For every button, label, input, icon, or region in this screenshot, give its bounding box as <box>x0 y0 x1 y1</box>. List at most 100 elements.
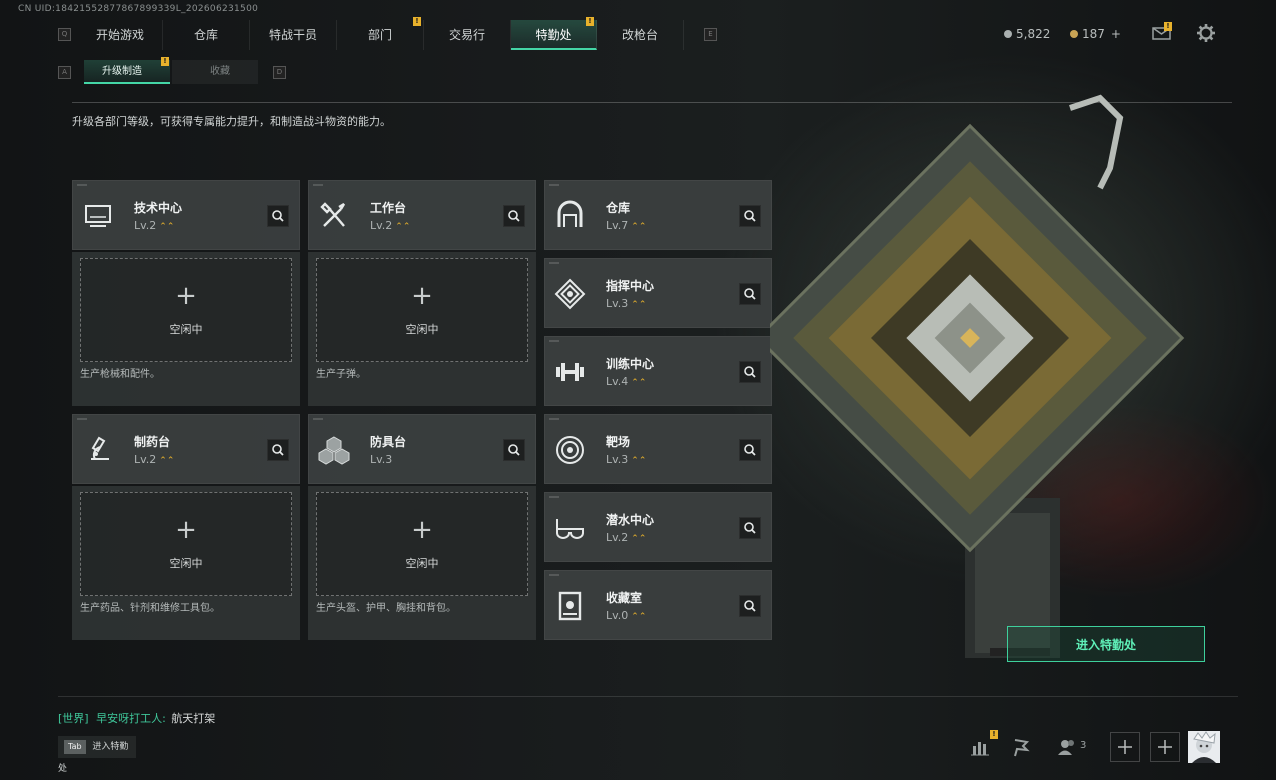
department-card[interactable]: 靶场 Lv.3 ⌃⌃ <box>544 414 772 484</box>
tab-5[interactable]: 特勤处! <box>511 17 597 50</box>
tab-0[interactable]: 开始游戏 <box>78 20 163 50</box>
department-card[interactable]: 仓库 Lv.7 ⌃⌃ <box>544 180 772 250</box>
card-corner-mark <box>549 184 559 186</box>
tab-6[interactable]: 改枪台 <box>597 20 684 50</box>
idle-slot-button[interactable]: + 空闲中 <box>316 492 528 596</box>
tab-upgrade-craft-label: 升级制造 <box>102 66 142 77</box>
card-corner-mark <box>549 496 559 498</box>
tab-label: 部门 <box>367 28 392 42</box>
avatar-image <box>1192 731 1216 763</box>
enter-special-ops-button[interactable]: 进入特勤处 <box>1007 626 1205 662</box>
world-chat[interactable]: [世界] 早安呀打工人: 航天打架 <box>58 710 215 726</box>
search-icon <box>740 444 760 464</box>
dumbbell-icon <box>553 355 587 389</box>
inspect-button[interactable] <box>739 517 761 539</box>
subnav-prev-key[interactable]: A <box>58 66 71 79</box>
add-slot-button-1[interactable] <box>1110 732 1140 762</box>
gold-coin-icon <box>1070 30 1078 38</box>
settings-button[interactable] <box>1196 23 1216 43</box>
tab-hint[interactable]: Tab 进入特勤处 <box>58 736 136 774</box>
target-icon <box>553 433 587 467</box>
level-text: Lv.7 <box>606 219 629 232</box>
level-text: Lv.4 <box>606 375 629 388</box>
department-card[interactable]: 收藏室 Lv.0 ⌃⌃ <box>544 570 772 640</box>
nav-prev-key[interactable]: Q <box>58 28 71 41</box>
department-card[interactable]: 潜水中心 Lv.2 ⌃⌃ <box>544 492 772 562</box>
idle-slot-button[interactable]: + 空闲中 <box>316 258 528 362</box>
idle-label: 空闲中 <box>169 323 203 336</box>
production-slot: + 空闲中 生产枪械和配件。 <box>72 252 300 406</box>
upgrade-arrow-icon: ⌃⌃ <box>159 222 175 232</box>
department-name: 制药台 <box>134 435 171 449</box>
card-corner-mark <box>313 418 323 420</box>
inspect-button[interactable] <box>739 595 761 617</box>
inspect-button[interactable] <box>267 205 289 227</box>
monitor-icon <box>81 199 115 233</box>
plus-icon: + <box>175 281 197 311</box>
tab-label: 开始游戏 <box>95 28 144 42</box>
tab-label: 交易行 <box>448 28 485 42</box>
department-name: 仓库 <box>606 201 631 215</box>
tab-label: 特战干员 <box>268 28 317 42</box>
department-card[interactable]: 指挥中心 Lv.3 ⌃⌃ <box>544 258 772 328</box>
chip-icon <box>553 277 587 311</box>
tab-badge: ! <box>413 17 421 26</box>
gold-add-button[interactable]: + <box>1111 27 1121 41</box>
microscope-icon <box>81 433 115 467</box>
inspect-button[interactable] <box>739 205 761 227</box>
idle-slot-button[interactable]: + 空闲中 <box>80 258 292 362</box>
inspect-button[interactable] <box>503 439 525 461</box>
department-name: 防具台 <box>370 435 407 449</box>
department-name: 训练中心 <box>606 357 655 371</box>
inspect-button[interactable] <box>503 205 525 227</box>
inspect-button[interactable] <box>739 439 761 461</box>
department-level: Lv.3 <box>370 453 392 466</box>
search-icon <box>740 288 760 308</box>
silver-currency: 5,822 <box>1004 24 1050 44</box>
tab-2[interactable]: 特战干员 <box>250 20 337 50</box>
level-text: Lv.3 <box>370 453 393 466</box>
mail-button[interactable]: ! <box>1152 22 1172 40</box>
department-name: 靶场 <box>606 435 631 449</box>
friends-button[interactable]: 3 <box>1056 732 1090 762</box>
department-level: Lv.4 ⌃⌃ <box>606 375 646 388</box>
flag-button[interactable] <box>1006 732 1036 762</box>
department-name: 技术中心 <box>134 201 183 215</box>
department-card[interactable]: 防具台 Lv.3 <box>308 414 536 484</box>
trophy-case-icon <box>553 589 587 623</box>
search-icon <box>740 600 760 620</box>
upgrade-arrow-icon: ⌃⌃ <box>631 612 647 622</box>
subnav-next-key[interactable]: D <box>273 66 286 79</box>
tab-collection[interactable]: 收藏 <box>172 60 258 84</box>
department-card[interactable]: 工作台 Lv.2 ⌃⌃ <box>308 180 536 250</box>
stats-button[interactable]: ! <box>966 730 998 762</box>
production-slot: + 空闲中生产子弹。 <box>308 252 536 406</box>
tab-upgrade-craft[interactable]: 升级制造 ! <box>84 57 170 84</box>
search-icon <box>740 366 760 386</box>
idle-slot-button[interactable]: + 空闲中 <box>80 492 292 596</box>
production-slot: + 空闲中 生产药品、针剂和维修工具包。 <box>72 486 300 640</box>
tab-1[interactable]: 仓库 <box>163 20 250 50</box>
inspect-button[interactable] <box>739 283 761 305</box>
inspect-button[interactable] <box>739 361 761 383</box>
chat-message: 航天打架 <box>171 712 216 725</box>
department-level: Lv.2 ⌃⌃ <box>606 531 646 544</box>
add-slot-button-2[interactable] <box>1150 732 1180 762</box>
inspect-button[interactable] <box>267 439 289 461</box>
department-level: Lv.2 ⌃⌃ <box>134 219 174 232</box>
slot-description: 生产子弹。 <box>316 369 366 380</box>
card-corner-mark <box>549 418 559 420</box>
avatar[interactable] <box>1188 731 1220 763</box>
tab-3[interactable]: 部门! <box>337 17 424 50</box>
department-card[interactable]: 训练中心 Lv.4 ⌃⌃ <box>544 336 772 406</box>
department-card[interactable]: 技术中心 Lv.2 ⌃⌃ <box>72 180 300 250</box>
tab-4[interactable]: 交易行 <box>424 20 511 50</box>
tab-collection-label: 收藏 <box>210 66 230 77</box>
nav-next-key[interactable]: E <box>704 28 717 41</box>
level-text: Lv.0 <box>606 609 629 622</box>
special-ops-building-art <box>755 88 1270 678</box>
department-card[interactable]: 制药台 Lv.2 ⌃⌃ <box>72 414 300 484</box>
department-level: Lv.0 ⌃⌃ <box>606 609 646 622</box>
friends-icon <box>1058 740 1074 755</box>
gold-currency[interactable]: 187 + <box>1070 24 1121 44</box>
